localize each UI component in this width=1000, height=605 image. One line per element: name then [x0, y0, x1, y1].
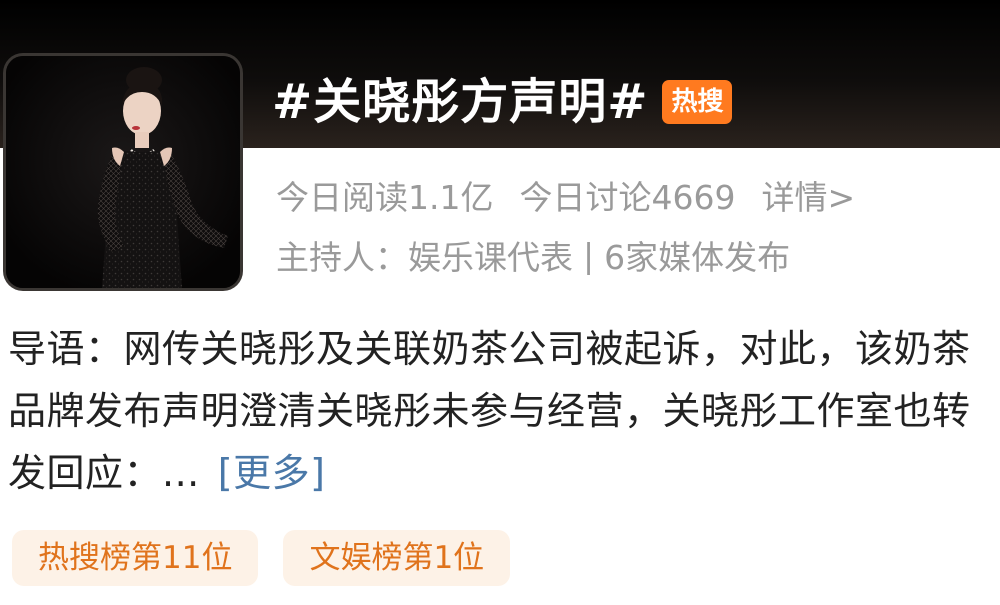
more-link[interactable]: [更多]	[218, 451, 326, 495]
topic-intro: 导语：网传关晓彤及关联奶茶公司被起诉，对此，该奶茶品牌发布声明澄清关晓彤未参与经…	[8, 318, 993, 504]
discussion-count: 今日讨论4669	[519, 178, 736, 217]
host-info: 主持人：娱乐课代表 | 6家媒体发布	[276, 232, 790, 278]
entertainment-rank-tag[interactable]: 文娱榜第1位	[283, 530, 511, 586]
topic-title-row: #关晓彤方声明# 热搜	[272, 72, 733, 132]
host-separator: |	[583, 235, 595, 275]
topic-cover-image[interactable]	[3, 53, 243, 291]
hot-search-badge: 热搜	[662, 80, 733, 124]
intro-text: 导语：网传关晓彤及关联奶茶公司被起诉，对此，该奶茶品牌发布声明澄清关晓彤未参与经…	[8, 327, 971, 495]
ranking-tags: 热搜榜第11位 文娱榜第1位	[12, 530, 535, 586]
read-count: 今日阅读1.1亿	[276, 178, 494, 217]
hot-search-rank-tag[interactable]: 热搜榜第11位	[12, 530, 259, 586]
cover-photo	[6, 56, 240, 288]
topic-title: #关晓彤方声明#	[272, 74, 649, 130]
topic-stats: 今日阅读1.1亿 今日讨论4669 详情>	[276, 172, 855, 218]
details-link[interactable]: 详情>	[761, 171, 855, 219]
host-label: 主持人：娱乐课代表	[276, 238, 573, 277]
media-count: 6家媒体发布	[604, 238, 791, 277]
portrait-illustration	[6, 56, 240, 288]
